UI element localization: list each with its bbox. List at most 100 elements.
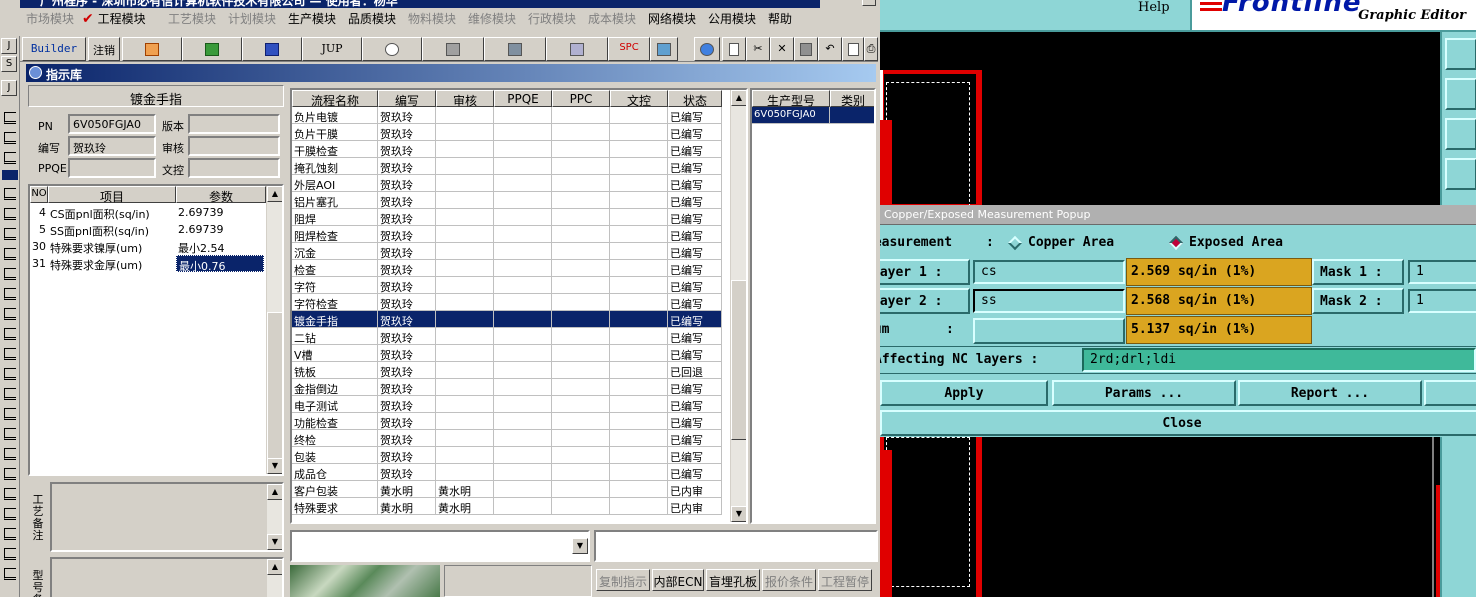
scroll-down-icon[interactable]: ▼	[267, 534, 282, 550]
strip-tab-j1[interactable]: J	[1, 38, 17, 54]
menu-quality[interactable]: 品质模块	[348, 10, 396, 27]
flow-header-author[interactable]: 编写	[378, 90, 436, 108]
mask1-button[interactable]: Mask 1 :	[1312, 259, 1404, 285]
new-button[interactable]	[722, 37, 746, 61]
strip-tab-j2[interactable]: J	[1, 80, 17, 96]
params-button[interactable]: Params ...	[1052, 380, 1236, 406]
version-field[interactable]	[188, 114, 280, 134]
builder-button[interactable]: Builder	[22, 37, 86, 61]
process-note-scrollbar[interactable]: ▲ ▼	[266, 484, 282, 550]
mask2-button[interactable]: Mask 2 :	[1312, 288, 1404, 314]
scroll-down-icon[interactable]: ▼	[731, 506, 746, 522]
flow-header-reviewer[interactable]: 审核	[436, 90, 494, 108]
author-field[interactable]: 贺玖玲	[68, 136, 156, 156]
strip-tab-s[interactable]: S	[1, 56, 17, 72]
menu-admin[interactable]: 行政模块	[528, 10, 576, 27]
apply-button[interactable]: Apply	[880, 380, 1048, 406]
blind-buried-via-button[interactable]: 盲埋孔板	[706, 569, 760, 591]
quote-conditions-button[interactable]: 报价条件	[762, 569, 816, 591]
mask2-field[interactable]: 1	[1408, 289, 1476, 313]
flow-header-status[interactable]: 状态	[668, 90, 722, 108]
internal-ecn-button[interactable]: 内部ECN	[652, 569, 704, 591]
scroll-up-icon[interactable]: ▲	[267, 484, 282, 500]
fit-icon[interactable]	[1445, 118, 1476, 150]
cell-name: 外层AOI	[292, 175, 378, 192]
menu-market[interactable]: 市场模块	[26, 10, 74, 27]
menu-maintenance[interactable]: 维修模块	[468, 10, 516, 27]
flow-header-ppc[interactable]: PPC	[552, 90, 610, 107]
model-header-category[interactable]: 类别	[830, 90, 874, 108]
menu-plan[interactable]: 计划模块	[228, 10, 276, 27]
menu-engineering[interactable]: ✔ 工程模块	[82, 10, 146, 27]
chevron-down-icon[interactable]: ▼	[572, 538, 588, 554]
window-close-icon[interactable]	[862, 0, 876, 6]
extra-button[interactable]	[1424, 380, 1476, 406]
scroll-thumb[interactable]	[731, 280, 746, 440]
menu-cost[interactable]: 成本模块	[588, 10, 636, 27]
menu-material[interactable]: 物料模块	[408, 10, 456, 27]
layer1-field[interactable]: cs	[973, 260, 1125, 284]
eye-button[interactable]	[362, 37, 422, 61]
doc-control-field[interactable]	[188, 158, 280, 178]
layer-stack-icon[interactable]	[1445, 38, 1476, 70]
params-header-item[interactable]: 项目	[48, 186, 176, 204]
exposed-area-radio[interactable]: Exposed Area	[1168, 235, 1283, 250]
menu-network[interactable]: 网络模块	[648, 10, 696, 27]
params-header-no[interactable]: NO	[30, 186, 48, 203]
logout-button[interactable]: 注销	[88, 37, 120, 61]
save-button[interactable]	[794, 37, 818, 61]
spc-button[interactable]: SPC	[608, 37, 650, 61]
ppqe-field[interactable]	[68, 158, 156, 178]
mask1-field[interactable]: 1	[1408, 260, 1476, 284]
flow-scrollbar[interactable]: ▲ ▼	[730, 90, 746, 522]
review-field[interactable]	[188, 136, 280, 156]
preview-button[interactable]	[842, 37, 864, 61]
report-button[interactable]: Report ...	[1238, 380, 1422, 406]
flow-header-name[interactable]: 流程名称	[292, 90, 378, 108]
copper-area-radio[interactable]: Copper Area	[1007, 235, 1114, 250]
scroll-down-icon[interactable]: ▼	[267, 458, 282, 474]
menu-process[interactable]: 工艺模块	[168, 10, 216, 27]
help-menu[interactable]: Help	[1138, 0, 1170, 15]
close-button[interactable]: Close	[880, 410, 1476, 436]
menu-production[interactable]: 生产模块	[288, 10, 336, 27]
delete-button[interactable]: ✕	[770, 37, 794, 61]
scroll-up-icon[interactable]: ▲	[267, 186, 282, 202]
network-icon	[508, 42, 522, 56]
model-header-model[interactable]: 生产型号	[752, 90, 830, 108]
model-note-input[interactable]	[594, 530, 878, 562]
word-button[interactable]	[242, 37, 302, 61]
engineering-hold-button[interactable]: 工程暂停	[818, 569, 872, 591]
layer2-field[interactable]: ss	[973, 289, 1125, 313]
scroll-thumb[interactable]	[267, 312, 282, 462]
cut-button[interactable]: ✂	[746, 37, 770, 61]
scroll-up-icon[interactable]: ▲	[731, 90, 746, 106]
menu-help[interactable]: 帮助	[768, 10, 792, 27]
flow-note-combo[interactable]: ▼	[290, 530, 590, 562]
process-note-field[interactable]: ▲ ▼	[50, 482, 284, 552]
globe-button[interactable]	[694, 37, 720, 61]
import-icon[interactable]	[1445, 78, 1476, 110]
menu-common[interactable]: 公用模块	[708, 10, 756, 27]
model-note-field[interactable]: ▲	[50, 557, 284, 597]
printer-button[interactable]	[546, 37, 608, 61]
access-button[interactable]	[122, 37, 182, 61]
copy-instruction-button[interactable]: 复制指示	[596, 569, 650, 591]
jup-button[interactable]: JUP	[302, 37, 362, 61]
cell-name: 干膜检查	[292, 141, 378, 158]
scroll-up-icon[interactable]: ▲	[267, 559, 282, 575]
params-scrollbar[interactable]: ▲ ▼	[266, 186, 282, 474]
wrench-icon[interactable]	[1445, 158, 1476, 190]
pn-field[interactable]: 6V050FGJA0	[68, 114, 156, 134]
print-button[interactable]: ⎙	[864, 37, 878, 61]
flow-header-doc[interactable]: 文控	[610, 90, 668, 108]
flow-header-ppqe[interactable]: PPQE	[494, 90, 552, 107]
network-button[interactable]	[484, 37, 546, 61]
export-button[interactable]	[650, 37, 678, 61]
database-button[interactable]	[422, 37, 484, 61]
params-header-value[interactable]: 参数	[176, 186, 266, 204]
undo-button[interactable]: ↶	[818, 37, 842, 61]
model-note-scrollbar[interactable]: ▲	[266, 559, 282, 597]
affecting-nc-layers-field[interactable]: 2rd;drl;ldi	[1082, 348, 1476, 372]
excel-button[interactable]	[182, 37, 242, 61]
